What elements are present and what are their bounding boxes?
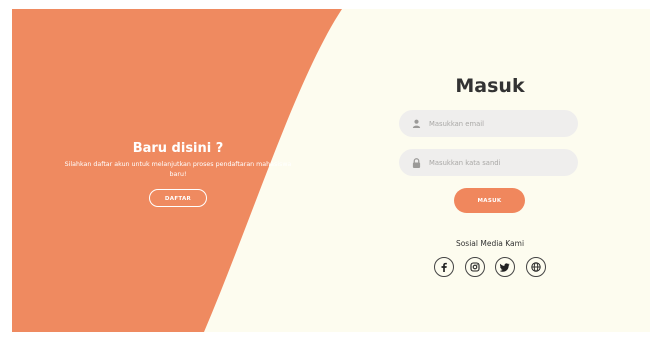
signup-panel: Baru disini ? Silahkan daftar akun untuk… [42,141,314,207]
email-input[interactable] [429,119,569,128]
instagram-icon[interactable] [464,257,485,277]
signup-title: Baru disini ? [132,141,224,156]
register-button[interactable]: DAFTAR [149,189,207,207]
login-title: Masuk [455,75,525,97]
lock-icon [411,157,421,168]
facebook-icon[interactable] [434,257,454,277]
social-links [434,257,546,279]
page-frame: Baru disini ? Silahkan daftar akun untuk… [12,9,650,332]
email-field[interactable] [399,110,578,137]
twitter-icon[interactable] [495,257,516,277]
password-input[interactable] [429,158,569,167]
user-icon [411,119,421,129]
globe-icon[interactable] [525,257,546,277]
social-title: Sosial Media Kami [455,239,525,248]
signup-description: Silahkan daftar akun untuk melanjutkan p… [64,161,292,178]
login-button[interactable]: MASUK [454,188,525,213]
password-field[interactable] [399,149,578,176]
